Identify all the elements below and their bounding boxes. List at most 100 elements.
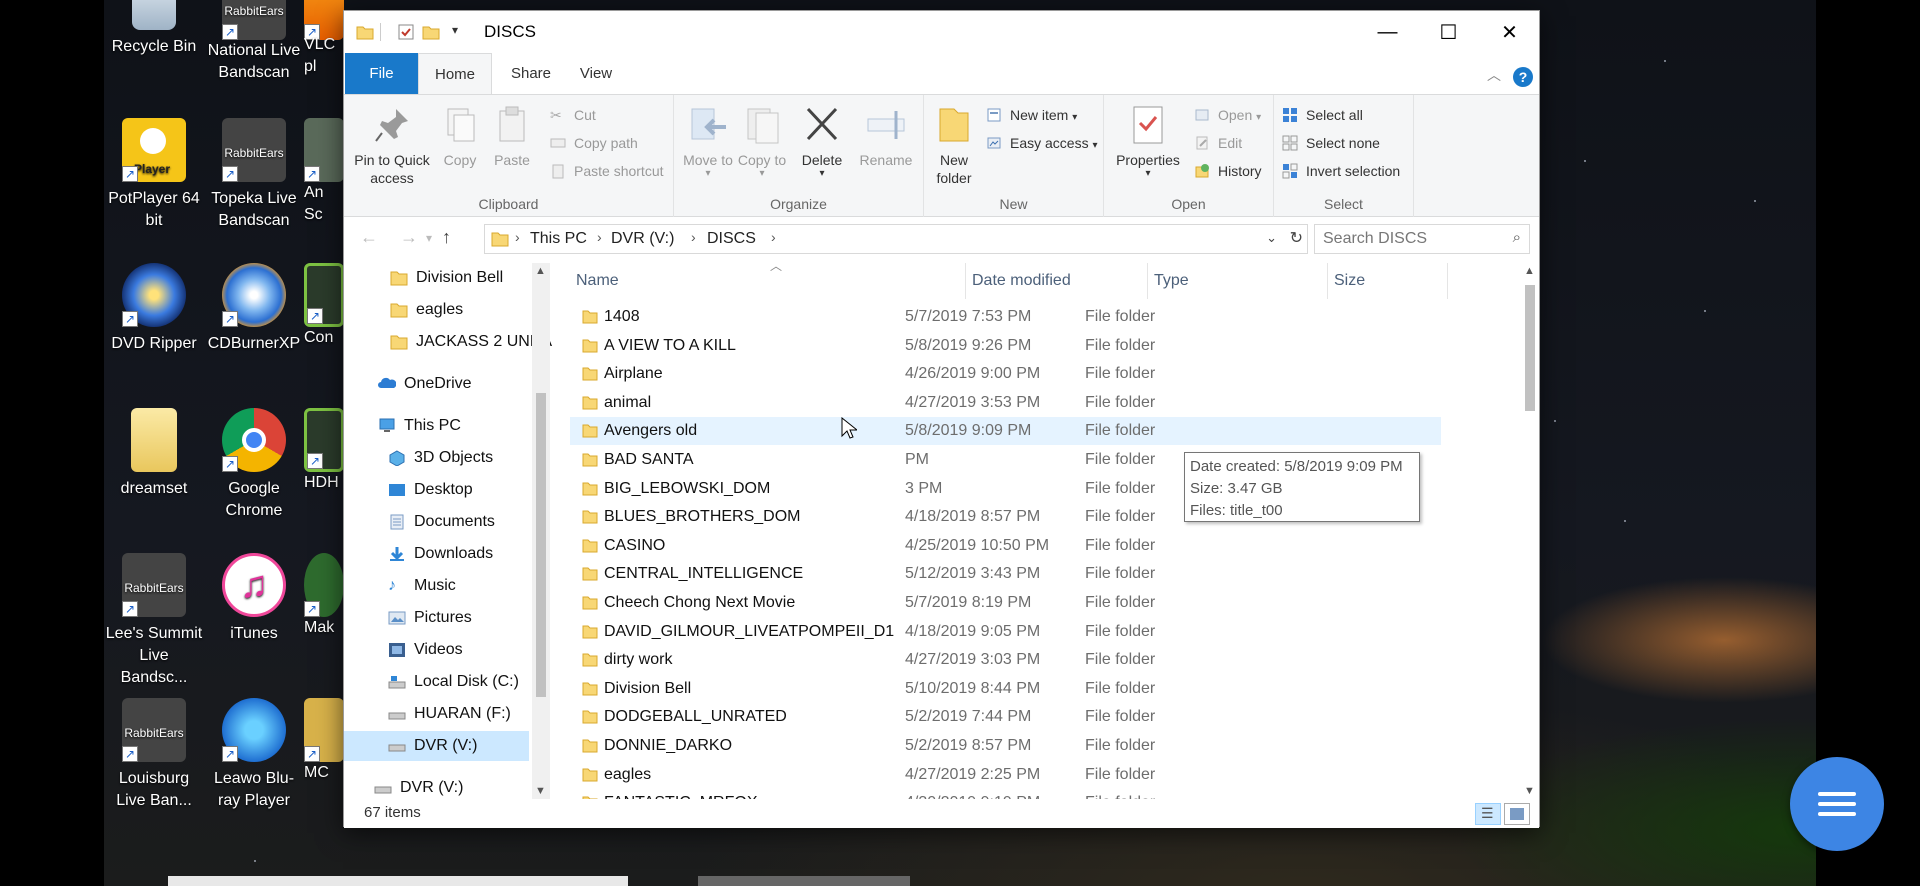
desktop-icon-hdh[interactable]: ↗ HDH: [304, 408, 344, 494]
rename-button[interactable]: Rename: [856, 103, 916, 169]
breadcrumb-separator-icon[interactable]: ›: [771, 229, 776, 245]
file-row[interactable]: DAVID_GILMOUR_LIVEATPOMPEII_D1 4/18/2019 …: [570, 618, 1441, 646]
file-row[interactable]: eagles 4/27/2019 2:25 PM File folder: [570, 761, 1441, 789]
scroll-up-icon[interactable]: ▲: [1524, 265, 1535, 277]
filelist-scroll-thumb[interactable]: [1525, 285, 1535, 411]
file-row[interactable]: Airplane 4/26/2019 9:00 PM File folder: [570, 360, 1441, 388]
filelist-scrollbar[interactable]: ▲ ▼: [1521, 263, 1539, 799]
taskbar-item[interactable]: [698, 876, 910, 886]
delete-button[interactable]: Delete ▾: [792, 103, 852, 179]
breadcrumb-separator-icon[interactable]: ›: [597, 229, 602, 245]
desktop-icon-an-sc[interactable]: ↗ An Sc: [304, 118, 344, 226]
file-row[interactable]: Division Bell 5/10/2019 8:44 PM File folde…: [570, 675, 1441, 703]
file-row[interactable]: DONNIE_DARKO 5/2/2019 8:57 PM File folder: [570, 732, 1441, 760]
paste-button[interactable]: Paste: [486, 103, 538, 169]
collapse-ribbon-icon[interactable]: ︿: [1487, 65, 1501, 85]
paste-shortcut-button[interactable]: Paste shortcut: [550, 159, 664, 183]
new-item-button[interactable]: New item ▾: [986, 103, 1077, 127]
file-row[interactable]: DODGEBALL_UNRATED 5/2/2019 7:44 PM File fo…: [570, 703, 1441, 731]
details-view-button[interactable]: ☰: [1475, 803, 1501, 825]
select-all-button[interactable]: Select all: [1282, 103, 1363, 127]
desktop-icon-dreamset[interactable]: dreamset: [104, 408, 204, 500]
column-header-type[interactable]: Type: [1148, 263, 1328, 299]
history-button[interactable]: History: [1194, 159, 1262, 183]
desktop-icon-cdburnerxp[interactable]: ↗ CDBurnerXP: [204, 263, 304, 355]
address-bar[interactable]: › This PC › DVR (V:) › DISCS › ⌄ ↻: [484, 224, 1308, 254]
scroll-down-icon[interactable]: ▼: [1524, 785, 1535, 797]
tab-view[interactable]: View: [566, 53, 626, 95]
search-box[interactable]: ⌕: [1314, 224, 1530, 254]
column-header-date[interactable]: Date modified: [966, 263, 1148, 299]
navpane-scroll-thumb[interactable]: [536, 393, 546, 697]
breadcrumb-separator-icon[interactable]: ›: [691, 229, 696, 245]
quick-access-dropdown-icon[interactable]: ▾: [452, 23, 458, 37]
close-button[interactable]: ✕: [1479, 11, 1540, 53]
file-row[interactable]: Avengers old 5/8/2019 9:09 PM File folder: [570, 417, 1441, 446]
desktop-icon-national-live-bandscan[interactable]: RabbitEars ↗ National Live Bandscan: [204, 0, 304, 90]
desktop-icon-con[interactable]: ↗ Con: [304, 263, 344, 349]
recent-locations-icon[interactable]: ▾: [426, 231, 432, 245]
large-icons-view-button[interactable]: [1504, 803, 1530, 825]
desktop-icon-recycle-bin[interactable]: Recycle Bin: [104, 0, 204, 58]
file-row[interactable]: Cheech Chong Next Movie 5/7/2019 8:19 PM F…: [570, 589, 1441, 617]
desktop-icon-google-chrome[interactable]: ↗ Google Chrome: [204, 408, 304, 522]
desktop-icon-topeka-live-bandscan[interactable]: RabbitEars ↗ Topeka Live Bandscan: [204, 118, 304, 232]
move-to-button[interactable]: Move to ▾: [682, 103, 734, 179]
scroll-up-icon[interactable]: ▲: [535, 265, 546, 277]
breadcrumb-discs[interactable]: DISCS: [707, 230, 756, 248]
address-dropdown-icon[interactable]: ⌄: [1266, 230, 1277, 246]
maximize-button[interactable]: ☐: [1418, 11, 1479, 53]
refresh-icon[interactable]: ↻: [1290, 228, 1303, 248]
select-none-button[interactable]: Select none: [1282, 131, 1380, 155]
pin-to-quick-access-button[interactable]: Pin to Quick access: [350, 103, 434, 187]
desktop-icon-vlc[interactable]: ↗ VLC pl: [304, 0, 344, 84]
breadcrumb-this-pc[interactable]: This PC: [530, 230, 587, 248]
edit-button[interactable]: Edit: [1194, 131, 1242, 155]
floating-menu-button[interactable]: [1790, 757, 1884, 851]
open-button[interactable]: Open ▾: [1194, 103, 1261, 127]
nav-item-dvr-v-selected[interactable]: DVR (V:): [344, 731, 529, 761]
file-row[interactable]: FANTASTIC_MRFOX 4/30/2019 9:19 PM File fol…: [570, 789, 1441, 799]
tab-home[interactable]: Home: [418, 53, 492, 95]
desktop-icon-potplayer[interactable]: Player ↗ PotPlayer 64 bit: [104, 118, 204, 232]
file-row[interactable]: A VIEW TO A KILL 5/8/2019 9:26 PM File fol…: [570, 332, 1441, 360]
copy-to-button[interactable]: Copy to ▾: [736, 103, 788, 179]
desktop-icon-mak[interactable]: ↗ Mak: [304, 553, 344, 639]
invert-selection-button[interactable]: Invert selection: [1282, 159, 1400, 183]
forward-arrow-icon[interactable]: →: [400, 227, 418, 248]
taskbar-item[interactable]: [168, 876, 628, 886]
desktop-icon-louisburg[interactable]: RabbitEars ↗ Louisburg Live Ban...: [104, 698, 204, 812]
breadcrumb-separator-icon[interactable]: ›: [515, 229, 520, 245]
search-input[interactable]: [1323, 230, 1493, 248]
desktop-icon-itunes[interactable]: ♫ iTunes: [204, 553, 304, 645]
cut-button[interactable]: ✂ Cut: [550, 103, 596, 127]
desktop-icon-dvd-ripper[interactable]: ↗ DVD Ripper: [104, 263, 204, 355]
desktop-icon-leawo[interactable]: ↗ Leawo Blu-ray Player: [204, 698, 304, 812]
search-icon[interactable]: ⌕: [1513, 229, 1521, 246]
new-folder-button[interactable]: New folder: [928, 103, 980, 187]
file-row[interactable]: 1408 5/7/2019 7:53 PM File folder: [570, 303, 1441, 331]
file-row[interactable]: CASINO 4/25/2019 10:50 PM File folder: [570, 532, 1441, 560]
navpane-scrollbar[interactable]: ▲ ▼: [532, 263, 550, 799]
up-arrow-icon[interactable]: ↑: [442, 227, 451, 248]
column-header-name[interactable]: Name: [570, 263, 966, 299]
desktop-icon-mc[interactable]: ↗ MC: [304, 698, 344, 784]
breadcrumb-dvr[interactable]: DVR (V:): [611, 230, 674, 248]
easy-access-button[interactable]: Easy access ▾: [986, 131, 1098, 155]
scroll-down-icon[interactable]: ▼: [535, 785, 546, 797]
copy-path-button[interactable]: Copy path: [550, 131, 638, 155]
properties-button[interactable]: Properties ▾: [1108, 103, 1188, 179]
tab-share[interactable]: Share: [501, 53, 561, 95]
help-icon[interactable]: ?: [1513, 67, 1533, 87]
file-row[interactable]: animal 4/27/2019 3:53 PM File folder: [570, 389, 1441, 417]
column-header-size[interactable]: Size: [1328, 263, 1448, 299]
new-folder-icon[interactable]: [422, 23, 440, 41]
file-row[interactable]: CENTRAL_INTELLIGENCE 5/12/2019 3:43 PM Fil…: [570, 560, 1441, 588]
properties-check-icon[interactable]: [397, 23, 415, 41]
copy-button[interactable]: Copy: [436, 103, 484, 169]
file-row[interactable]: dirty work 4/27/2019 3:03 PM File folder: [570, 646, 1441, 674]
minimize-button[interactable]: —: [1357, 11, 1418, 53]
back-arrow-icon[interactable]: ←: [360, 227, 378, 248]
desktop-icon-lees-summit[interactable]: RabbitEars ↗ Lee's Summit Live Bandsc...: [104, 553, 204, 689]
tab-file[interactable]: File: [345, 53, 418, 95]
